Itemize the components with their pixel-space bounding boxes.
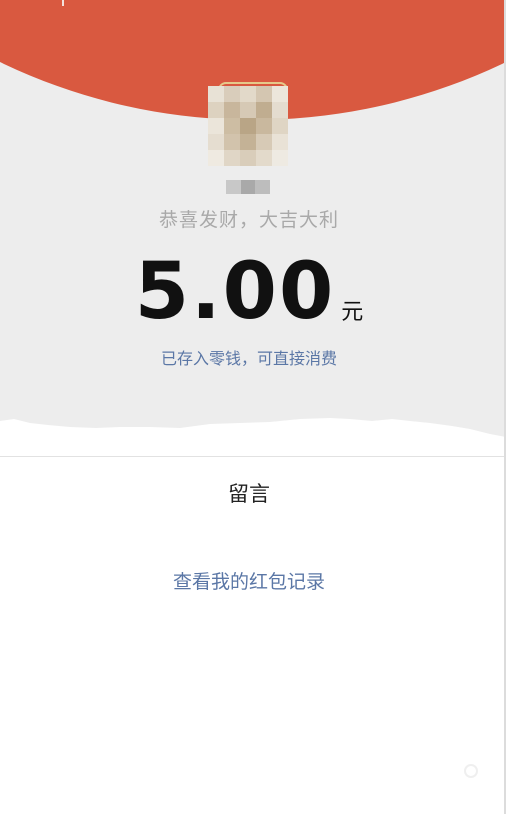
red-packet-detail-screen: 恭喜发财，大吉大利 5.00 元 已存入零钱，可直接消费 留言 查看我的红包记录 <box>0 0 506 814</box>
greeting-text: 恭喜发财，大吉大利 <box>158 209 339 231</box>
pixelated-avatar-icon[interactable] <box>198 78 294 168</box>
deposit-note-link[interactable]: 已存入零钱，可直接消费 <box>0 345 498 369</box>
view-red-packet-records-link[interactable]: 查看我的红包记录 <box>0 567 498 594</box>
currency-unit: 元 <box>341 300 364 325</box>
message-label[interactable]: 留言 <box>0 478 498 508</box>
watermark-icon <box>464 764 478 778</box>
amount-value: 5.00 <box>134 247 336 337</box>
cap-highlight <box>62 0 64 6</box>
amount-row: 5.00 元 <box>0 250 498 334</box>
avatar-mosaic <box>208 86 288 166</box>
bottom-panel <box>0 456 506 814</box>
sender-name-mosaic <box>226 180 271 194</box>
section-divider <box>0 456 506 457</box>
watermark <box>464 764 482 778</box>
